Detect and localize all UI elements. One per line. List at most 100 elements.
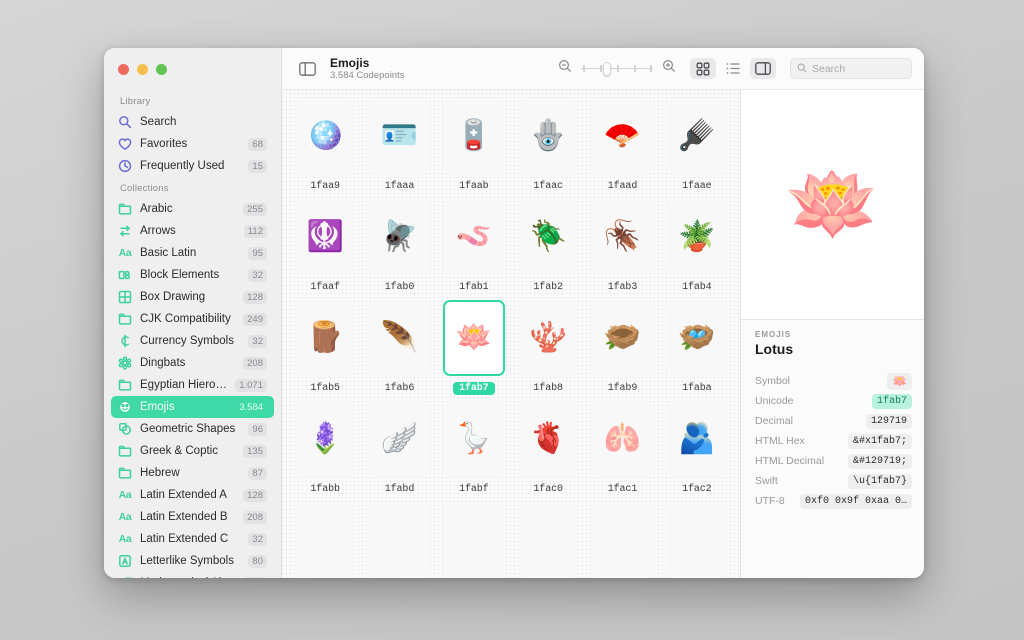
sidebar-item-search[interactable]: Search <box>111 111 274 133</box>
glyph-tile[interactable]: 🪷 <box>442 300 505 376</box>
sidebar-item-basic-latin[interactable]: Aa Basic Latin 95 <box>111 242 274 264</box>
sidebar-toggle-icon[interactable] <box>296 60 318 78</box>
glyph-cell[interactable]: 🪺 1faba <box>660 296 734 397</box>
glyph-cell[interactable]: 🪬 1faac <box>511 94 585 195</box>
sidebar-item-geometric-shapes[interactable]: Geometric Shapes 96 <box>111 418 274 440</box>
glyph-tile[interactable]: 🪶 <box>368 300 431 376</box>
inspector-toggle-icon[interactable] <box>750 58 776 79</box>
glyph-tile[interactable] <box>517 502 580 578</box>
zoom-in-icon[interactable] <box>662 59 676 78</box>
sidebar-item-box-drawing[interactable]: Box Drawing 128 <box>111 286 274 308</box>
glyph-cell[interactable]: 🪽 1fabd <box>362 397 436 498</box>
glyph-tile[interactable]: 🫀 <box>517 401 580 477</box>
maximize-button[interactable] <box>156 63 167 75</box>
glyph-tile[interactable] <box>665 502 728 578</box>
list-view-icon[interactable] <box>720 58 746 79</box>
glyph-tile[interactable]: 🪺 <box>665 300 728 376</box>
glyph-tile[interactable] <box>591 502 654 578</box>
glyph-cell[interactable]: 🪲 1fab2 <box>511 195 585 296</box>
sidebar-item-emojis[interactable]: Emojis 3.584 <box>111 396 274 418</box>
glyph-cell[interactable]: 🪴 1fab4 <box>660 195 734 296</box>
property-value[interactable]: 1fab7 <box>871 393 912 409</box>
sidebar-item-egyptian-hieroglyphs[interactable]: Egyptian Hieroglyphs 1.071 <box>111 374 274 396</box>
glyph-cell[interactable]: 🪪 1faaa <box>362 94 436 195</box>
glyph-cell[interactable]: 🪶 1fab6 <box>362 296 436 397</box>
property-value[interactable]: &#x1fab7; <box>847 433 912 449</box>
glyph-cell-empty[interactable] <box>362 498 436 578</box>
glyph-cell[interactable]: 🫂 1fac2 <box>660 397 734 498</box>
glyph-tile[interactable]: 🪵 <box>294 300 357 376</box>
property-value[interactable]: 129719 <box>865 413 912 429</box>
glyph-cell[interactable]: 🪰 1fab0 <box>362 195 436 296</box>
glyph-cell[interactable]: 🪯 1faaf <box>288 195 362 296</box>
glyph-cell-empty[interactable] <box>437 498 511 578</box>
property-value[interactable]: &#129719; <box>847 453 912 469</box>
glyph-cell[interactable]: 🫀 1fac0 <box>511 397 585 498</box>
zoom-slider[interactable] <box>581 61 653 77</box>
glyph-cell[interactable]: 🫁 1fac1 <box>585 397 659 498</box>
glyph-cell[interactable]: 🪸 1fab8 <box>511 296 585 397</box>
zoom-out-icon[interactable] <box>558 59 572 78</box>
glyph-cell[interactable]: 🪷 1fab7 <box>437 296 511 397</box>
slider-knob[interactable] <box>603 61 611 76</box>
sidebar-item-mathematical-alphanu[interactable]: Mathematical Alphanu… 996 <box>111 572 274 578</box>
glyph-tile[interactable] <box>294 502 357 578</box>
sidebar-item-arabic[interactable]: Arabic 255 <box>111 198 274 220</box>
glyph-cell[interactable]: 🪫 1faab <box>437 94 511 195</box>
sidebar-item-latin-extended-a[interactable]: Aa Latin Extended A 128 <box>111 484 274 506</box>
glyph-cell[interactable]: 🪻 1fabb <box>288 397 362 498</box>
glyph-tile[interactable] <box>368 502 431 578</box>
glyph-cell[interactable]: 🪿 1fabf <box>437 397 511 498</box>
sidebar-scroll[interactable]: Library Search Favorites 68 Frequently Used… <box>104 90 281 578</box>
glyph-tile[interactable]: 🪹 <box>591 300 654 376</box>
glyph-tile[interactable]: 🪽 <box>368 401 431 477</box>
glyph-tile[interactable]: 🪰 <box>368 199 431 275</box>
glyph-cell[interactable]: 🪮 1faae <box>660 94 734 195</box>
glyph-tile[interactable] <box>442 502 505 578</box>
glyph-cell[interactable]: 🪭 1faad <box>585 94 659 195</box>
glyph-cell[interactable]: 🪵 1fab5 <box>288 296 362 397</box>
property-value[interactable]: 🪷 <box>887 372 912 390</box>
glyph-cell-empty[interactable] <box>585 498 659 578</box>
property-value[interactable]: 0xf0 0x9f 0xaa 0… <box>799 493 912 509</box>
glyph-tile[interactable]: 🫁 <box>591 401 654 477</box>
sidebar-item-frequently-used[interactable]: Frequently Used 15 <box>111 155 274 177</box>
glyph-tile[interactable]: 🪻 <box>294 401 357 477</box>
glyph-tile[interactable]: 🫂 <box>665 401 728 477</box>
sidebar-item-cjk-compatibility[interactable]: CJK Compatibility 249 <box>111 308 274 330</box>
sidebar-item-letterlike-symbols[interactable]: Letterlike Symbols 80 <box>111 550 274 572</box>
glyph-cell[interactable]: 🪳 1fab3 <box>585 195 659 296</box>
sidebar-item-currency-symbols[interactable]: Currency Symbols 32 <box>111 330 274 352</box>
glyph-tile[interactable]: 🪮 <box>665 98 728 174</box>
glyph-tile[interactable]: 🪯 <box>294 199 357 275</box>
sidebar-item-block-elements[interactable]: Block Elements 32 <box>111 264 274 286</box>
glyph-tile[interactable]: 🪸 <box>517 300 580 376</box>
glyph-tile[interactable]: 🪩 <box>294 98 357 174</box>
glyph-tile[interactable]: 🪳 <box>591 199 654 275</box>
glyph-cell[interactable]: 🪹 1fab9 <box>585 296 659 397</box>
glyph-tile[interactable]: 🪪 <box>368 98 431 174</box>
sidebar-item-latin-extended-b[interactable]: Aa Latin Extended B 208 <box>111 506 274 528</box>
sidebar-item-hebrew[interactable]: Hebrew 87 <box>111 462 274 484</box>
glyph-cell-empty[interactable] <box>511 498 585 578</box>
sidebar-item-arrows[interactable]: Arrows 112 <box>111 220 274 242</box>
glyph-cell[interactable]: 🪩 1faa9 <box>288 94 362 195</box>
grid-view-icon[interactable] <box>690 58 716 79</box>
property-value[interactable]: \u{1fab7} <box>847 473 912 489</box>
glyph-tile[interactable]: 🪬 <box>517 98 580 174</box>
glyph-tile[interactable]: 🪫 <box>442 98 505 174</box>
sidebar-item-dingbats[interactable]: Dingbats 208 <box>111 352 274 374</box>
sidebar-item-favorites[interactable]: Favorites 68 <box>111 133 274 155</box>
glyph-cell[interactable]: 🪱 1fab1 <box>437 195 511 296</box>
sidebar-item-greek-coptic[interactable]: Greek & Coptic 135 <box>111 440 274 462</box>
glyph-tile[interactable]: 🪲 <box>517 199 580 275</box>
glyph-tile[interactable]: 🪴 <box>665 199 728 275</box>
glyph-tile[interactable]: 🪭 <box>591 98 654 174</box>
close-button[interactable] <box>118 63 129 75</box>
glyph-tile[interactable]: 🪿 <box>442 401 505 477</box>
minimize-button[interactable] <box>137 63 148 75</box>
glyph-tile[interactable]: 🪱 <box>442 199 505 275</box>
search-input[interactable]: Search <box>790 58 912 79</box>
glyph-cell-empty[interactable] <box>660 498 734 578</box>
sidebar-item-latin-extended-c[interactable]: Aa Latin Extended C 32 <box>111 528 274 550</box>
